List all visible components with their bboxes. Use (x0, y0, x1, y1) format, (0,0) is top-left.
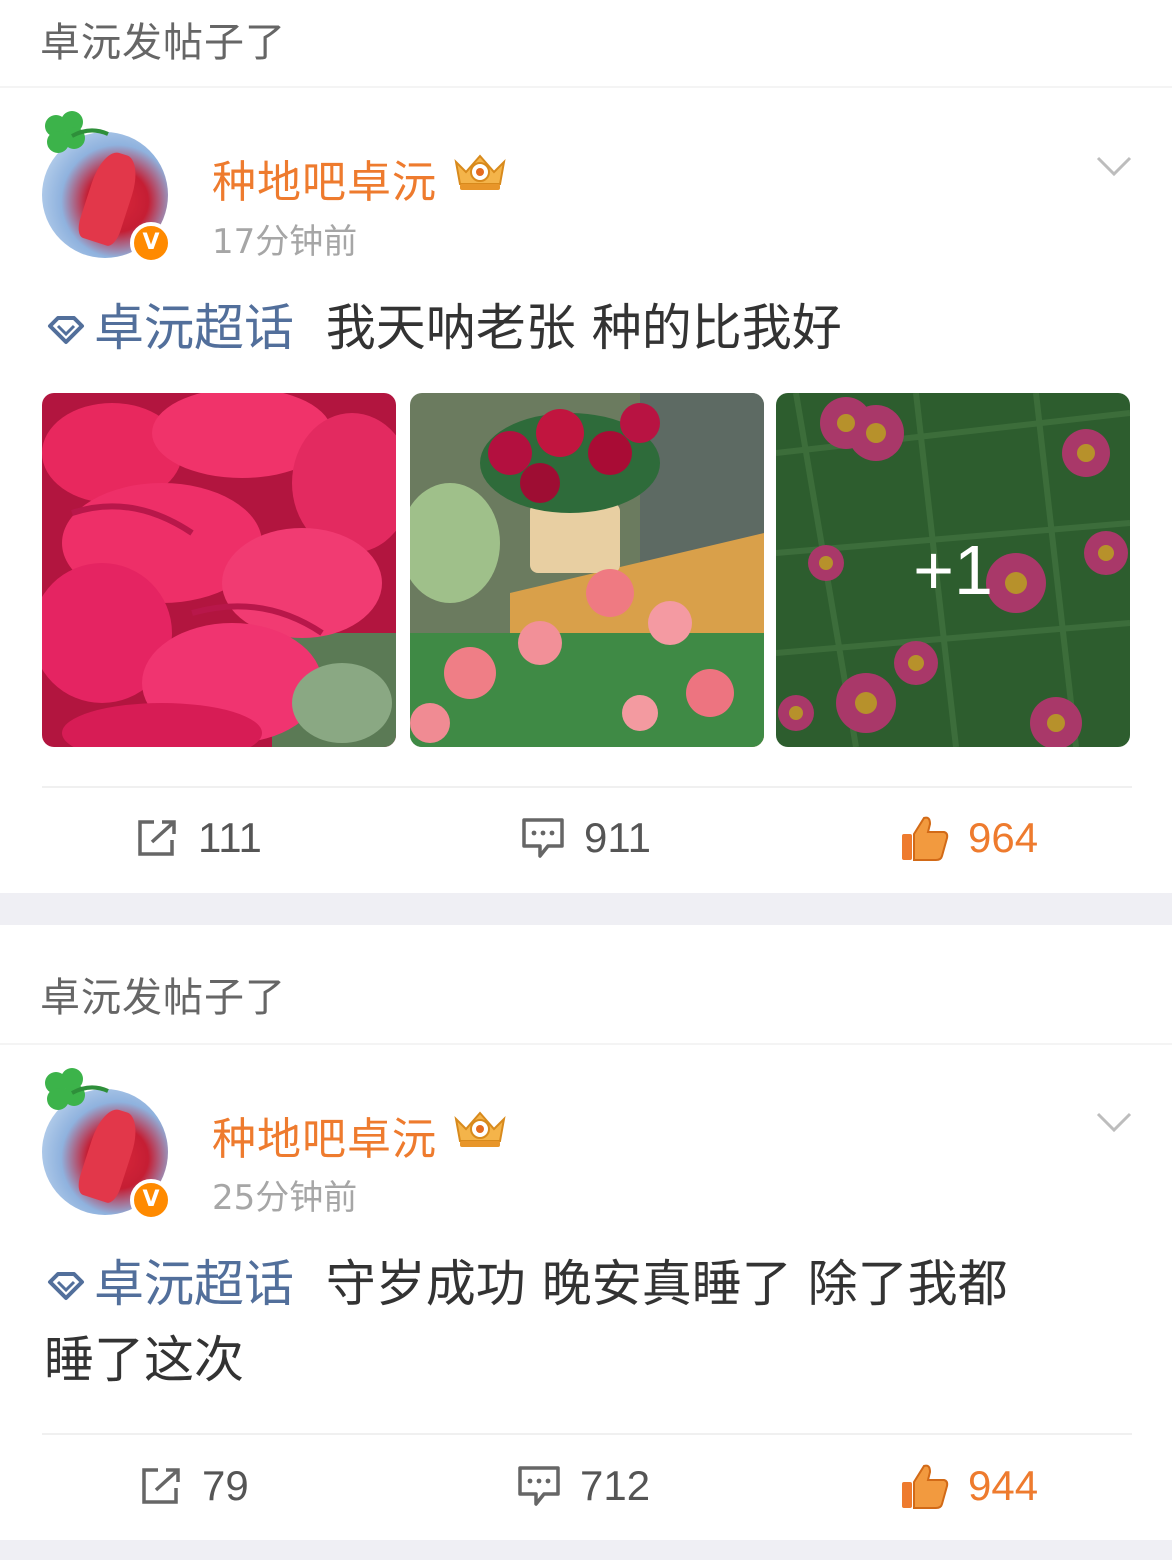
repost-button[interactable]: 79 (138, 1456, 249, 1516)
post-separator (0, 893, 1172, 925)
avatar[interactable]: V (42, 1067, 174, 1221)
super-topic-link[interactable]: 卓沅超话 (44, 1255, 294, 1313)
super-topic-icon (48, 315, 84, 344)
repost-count: 79 (202, 1462, 249, 1509)
like-button[interactable]: 964 (900, 808, 1038, 868)
like-icon (902, 1464, 949, 1509)
clover-icon (45, 1068, 109, 1110)
crown-badge-icon[interactable] (452, 1107, 508, 1151)
repost-count: 111 (198, 814, 262, 861)
comment-button[interactable]: 712 (516, 1456, 650, 1516)
verified-badge: V (130, 1179, 172, 1221)
comment-count: 911 (584, 814, 651, 861)
like-count: 944 (968, 1462, 1039, 1509)
more-photos-count[interactable]: +1 (776, 393, 1130, 747)
divider (42, 786, 1132, 788)
carnation-photo (410, 393, 764, 747)
cyclamen-photo (42, 393, 396, 747)
post-header: 卓沅发帖子了 (0, 925, 1172, 1045)
chevron-down-icon[interactable] (1096, 154, 1132, 178)
comment-icon (518, 1466, 560, 1506)
repost-icon (142, 1468, 180, 1504)
chevron-down-icon[interactable] (1096, 1110, 1132, 1134)
post-text: 卓沅超话 守岁成功 晚安真睡了 除了我都 睡了这次 (44, 1246, 1130, 1398)
photo-thumbnail[interactable] (410, 393, 764, 747)
photo-thumbnail[interactable] (42, 393, 396, 747)
repost-icon (138, 820, 176, 856)
post-body: 我天呐老张 种的比我好 (325, 299, 842, 357)
verified-badge: V (130, 222, 172, 264)
post-header: 卓沅发帖子了 (0, 0, 1172, 88)
crown-badge-icon[interactable] (452, 150, 508, 194)
comment-count: 712 (580, 1462, 651, 1509)
post-body-line2: 睡了这次 (44, 1331, 244, 1389)
photo-grid: +1 (42, 393, 1132, 747)
username[interactable]: 种地吧卓沅 (212, 146, 437, 210)
clover-icon (45, 111, 109, 153)
like-count: 964 (968, 814, 1039, 861)
repost-button[interactable]: 111 (134, 808, 262, 868)
super-topic-label[interactable]: 卓沅超话 (94, 1255, 294, 1313)
post-card: 卓沅发帖子了 V 种地吧卓沅 17分钟前 卓沅超话 我天呐老张 种的比我好 +1… (0, 0, 1172, 893)
avatar[interactable]: V (42, 110, 174, 264)
post-time: 17分钟前 (212, 222, 358, 262)
weibo-feed: 卓沅发帖子了 V 种地吧卓沅 17分钟前 卓沅超话 我天呐老张 种的比我好 +1… (0, 0, 1172, 1560)
post-body: 守岁成功 晚安真睡了 除了我都 (325, 1255, 1008, 1313)
post-header-text: 卓沅发帖子了 (40, 975, 286, 1021)
like-button[interactable]: 944 (900, 1456, 1038, 1516)
post-time: 25分钟前 (212, 1178, 358, 1218)
post-card: 卓沅发帖子了 V 种地吧卓沅 25分钟前 卓沅超话 守岁成功 晚安真睡了 除了我… (0, 925, 1172, 1540)
comment-button[interactable]: 911 (520, 808, 651, 868)
post-header-text: 卓沅发帖子了 (40, 20, 286, 66)
super-topic-icon (48, 1271, 84, 1300)
post-separator (0, 1540, 1172, 1560)
divider (42, 1433, 1132, 1435)
post-text: 卓沅超话 我天呐老张 种的比我好 (44, 290, 1130, 366)
like-icon (902, 816, 949, 861)
username[interactable]: 种地吧卓沅 (212, 1103, 437, 1167)
super-topic-label[interactable]: 卓沅超话 (94, 299, 294, 357)
super-topic-link[interactable]: 卓沅超话 (44, 299, 294, 357)
photo-thumbnail[interactable]: +1 (776, 393, 1130, 747)
comment-icon (522, 818, 564, 858)
